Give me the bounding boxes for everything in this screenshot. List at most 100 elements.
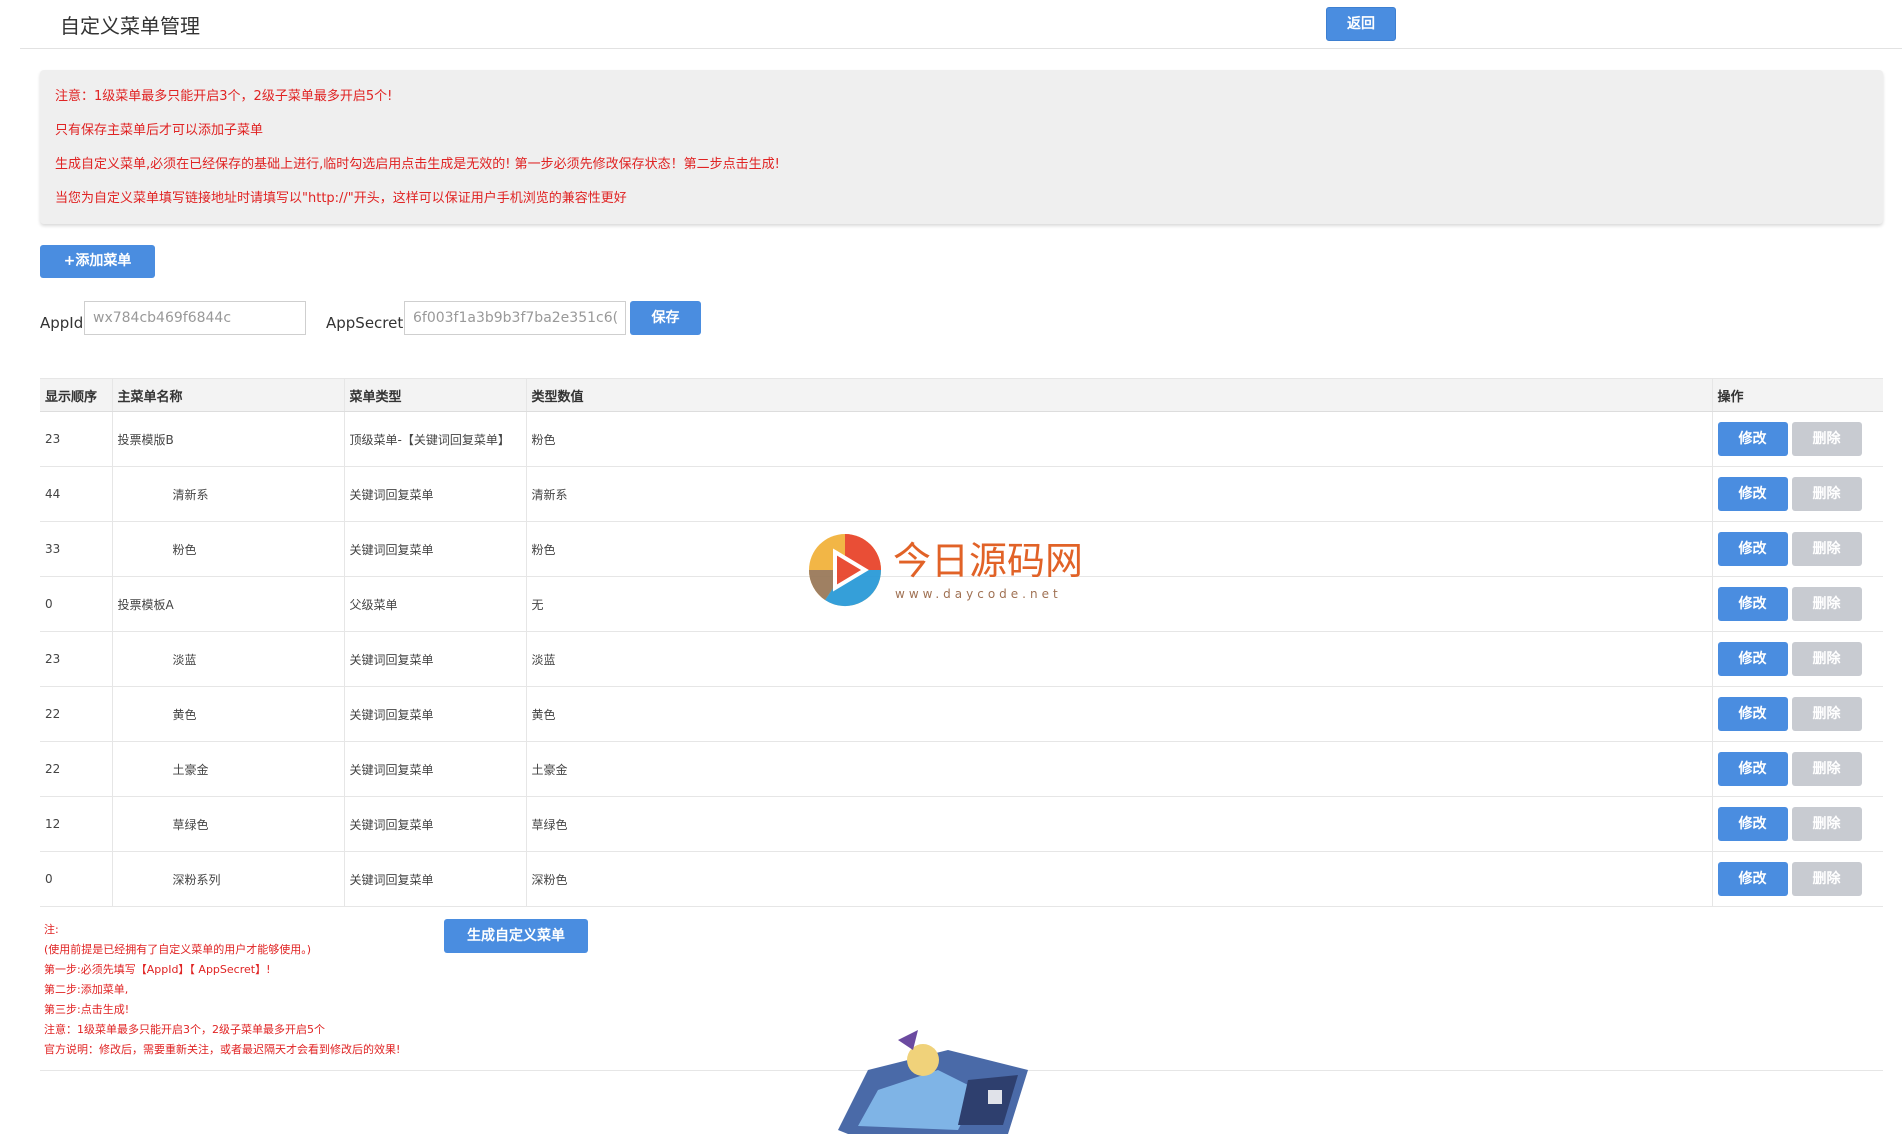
cell-value: 草绿色	[526, 796, 1713, 852]
delete-button[interactable]: 删除	[1791, 642, 1862, 676]
edit-button[interactable]: 修改	[1717, 862, 1788, 896]
cell-order: 23	[40, 631, 113, 687]
delete-button[interactable]: 删除	[1791, 697, 1862, 731]
watermark-logo: 今日源码网 www.daycode.net	[805, 530, 1095, 610]
cell-order: 0	[40, 851, 113, 907]
cell-name: 黄色	[112, 686, 345, 742]
page-header: 自定义菜单管理 返回	[20, 0, 1902, 49]
table-row: 12 草绿色 关键词回复菜单 草绿色 修改 删除	[40, 796, 1883, 852]
delete-button[interactable]: 删除	[1791, 862, 1862, 896]
cell-order: 22	[40, 741, 113, 797]
cell-actions: 修改 删除	[1712, 411, 1883, 467]
cell-name: 淡蓝	[112, 631, 345, 687]
appsecret-label: AppSecret:	[326, 314, 409, 332]
save-button[interactable]: 保存	[630, 301, 701, 335]
cell-actions: 修改 删除	[1712, 521, 1883, 577]
watermark-title: 今日源码网	[893, 539, 1084, 583]
cell-name: 草绿色	[112, 796, 345, 852]
notice-line: 生成自定义菜单,必须在已经保存的基础上进行,临时勾选启用点击生成是无效的! 第一…	[55, 157, 780, 172]
edit-button[interactable]: 修改	[1717, 752, 1788, 786]
cell-type: 关键词回复菜单	[344, 631, 527, 687]
delete-button[interactable]: 删除	[1791, 477, 1862, 511]
cell-type: 关键词回复菜单	[344, 851, 527, 907]
header-value: 类型数值	[526, 378, 1713, 412]
delete-button[interactable]: 删除	[1791, 752, 1862, 786]
cell-name: 粉色	[112, 521, 345, 577]
menu-table: 显示顺序 主菜单名称 菜单类型 类型数值 操作 23 投票模版B 顶级菜单-【关…	[40, 378, 1883, 907]
cell-type: 顶级菜单-【关键词回复菜单】	[344, 411, 527, 467]
cell-order: 44	[40, 466, 113, 522]
cell-name: 深粉系列	[112, 851, 345, 907]
cell-value: 粉色	[526, 521, 1713, 577]
cell-value: 无	[526, 576, 1713, 632]
table-row: 23 投票模版B 顶级菜单-【关键词回复菜单】 粉色 修改 删除	[40, 411, 1883, 467]
cell-order: 23	[40, 411, 113, 467]
footer-note: 第二步:添加菜单,	[44, 983, 129, 996]
cell-actions: 修改 删除	[1712, 576, 1883, 632]
notice-line: 只有保存主菜单后才可以添加子菜单	[55, 123, 264, 138]
page-title: 自定义菜单管理	[60, 14, 200, 38]
cell-actions: 修改 删除	[1712, 796, 1883, 852]
delete-button[interactable]: 删除	[1791, 587, 1862, 621]
cell-value: 土豪金	[526, 741, 1713, 797]
generate-menu-button[interactable]: 生成自定义菜单	[444, 919, 588, 953]
table-row: 23 淡蓝 关键词回复菜单 淡蓝 修改 删除	[40, 631, 1883, 687]
cell-value: 粉色	[526, 411, 1713, 467]
cell-value: 淡蓝	[526, 631, 1713, 687]
footer-note: 第一步:必须先填写【AppId】【 AppSecret】!	[44, 963, 271, 976]
cell-type: 关键词回复菜单	[344, 686, 527, 742]
header-name: 主菜单名称	[112, 378, 345, 412]
header-type: 菜单类型	[344, 378, 527, 412]
delete-button[interactable]: 删除	[1791, 422, 1862, 456]
appid-label: AppId:	[40, 314, 89, 332]
cell-value: 清新系	[526, 466, 1713, 522]
edit-button[interactable]: 修改	[1717, 587, 1788, 621]
cell-actions: 修改 删除	[1712, 741, 1883, 797]
game-character-image	[838, 1030, 1028, 1134]
notice-line: 注意：1级菜单最多只能开启3个，2级子菜单最多开启5个!	[55, 89, 393, 104]
cell-order: 0	[40, 576, 113, 632]
table-row: 0 深粉系列 关键词回复菜单 深粉色 修改 删除	[40, 851, 1883, 907]
edit-button[interactable]: 修改	[1717, 807, 1788, 841]
edit-button[interactable]: 修改	[1717, 697, 1788, 731]
back-button[interactable]: 返回	[1326, 7, 1396, 41]
table-row: 22 黄色 关键词回复菜单 黄色 修改 删除	[40, 686, 1883, 742]
cell-name: 投票模板A	[112, 576, 345, 632]
cell-name: 投票模版B	[112, 411, 345, 467]
cell-type: 关键词回复菜单	[344, 741, 527, 797]
cell-type: 关键词回复菜单	[344, 796, 527, 852]
play-logo-icon	[808, 534, 882, 607]
notice-line: 当您为自定义菜单填写链接地址时请填写以"http://"开头，这样可以保证用户手…	[55, 191, 627, 206]
cell-type: 关键词回复菜单	[344, 521, 527, 577]
cell-type: 关键词回复菜单	[344, 466, 527, 522]
credentials-form: AppId: AppSecret: 保存	[40, 300, 740, 336]
cell-type: 父级菜单	[344, 576, 527, 632]
cell-actions: 修改 删除	[1712, 631, 1883, 687]
cell-actions: 修改 删除	[1712, 686, 1883, 742]
footer-note: 注意：1级菜单最多只能开启3个，2级子菜单最多开启5个	[44, 1023, 325, 1036]
edit-button[interactable]: 修改	[1717, 532, 1788, 566]
cell-actions: 修改 删除	[1712, 851, 1883, 907]
edit-button[interactable]: 修改	[1717, 477, 1788, 511]
cell-order: 33	[40, 521, 113, 577]
header-actions: 操作	[1712, 378, 1883, 412]
appid-input[interactable]	[84, 301, 306, 335]
table-row: 22 土豪金 关键词回复菜单 土豪金 修改 删除	[40, 741, 1883, 797]
edit-button[interactable]: 修改	[1717, 422, 1788, 456]
edit-button[interactable]: 修改	[1717, 642, 1788, 676]
add-menu-button[interactable]: +添加菜单	[40, 245, 155, 278]
cell-value: 黄色	[526, 686, 1713, 742]
footer-note: 第三步:点击生成!	[44, 1003, 130, 1016]
header-order: 显示顺序	[40, 378, 113, 412]
cell-order: 22	[40, 686, 113, 742]
delete-button[interactable]: 删除	[1791, 532, 1862, 566]
footer-note: (使用前提是已经拥有了自定义菜单的用户才能够使用。)	[44, 943, 312, 956]
cell-name: 土豪金	[112, 741, 345, 797]
cell-value: 深粉色	[526, 851, 1713, 907]
cell-actions: 修改 删除	[1712, 466, 1883, 522]
cell-order: 12	[40, 796, 113, 852]
watermark-url: www.daycode.net	[895, 587, 1062, 601]
delete-button[interactable]: 删除	[1791, 807, 1862, 841]
footer-notes: 注: (使用前提是已经拥有了自定义菜单的用户才能够使用。) 第一步:必须先填写【…	[44, 920, 400, 1060]
appsecret-input[interactable]	[404, 301, 626, 335]
